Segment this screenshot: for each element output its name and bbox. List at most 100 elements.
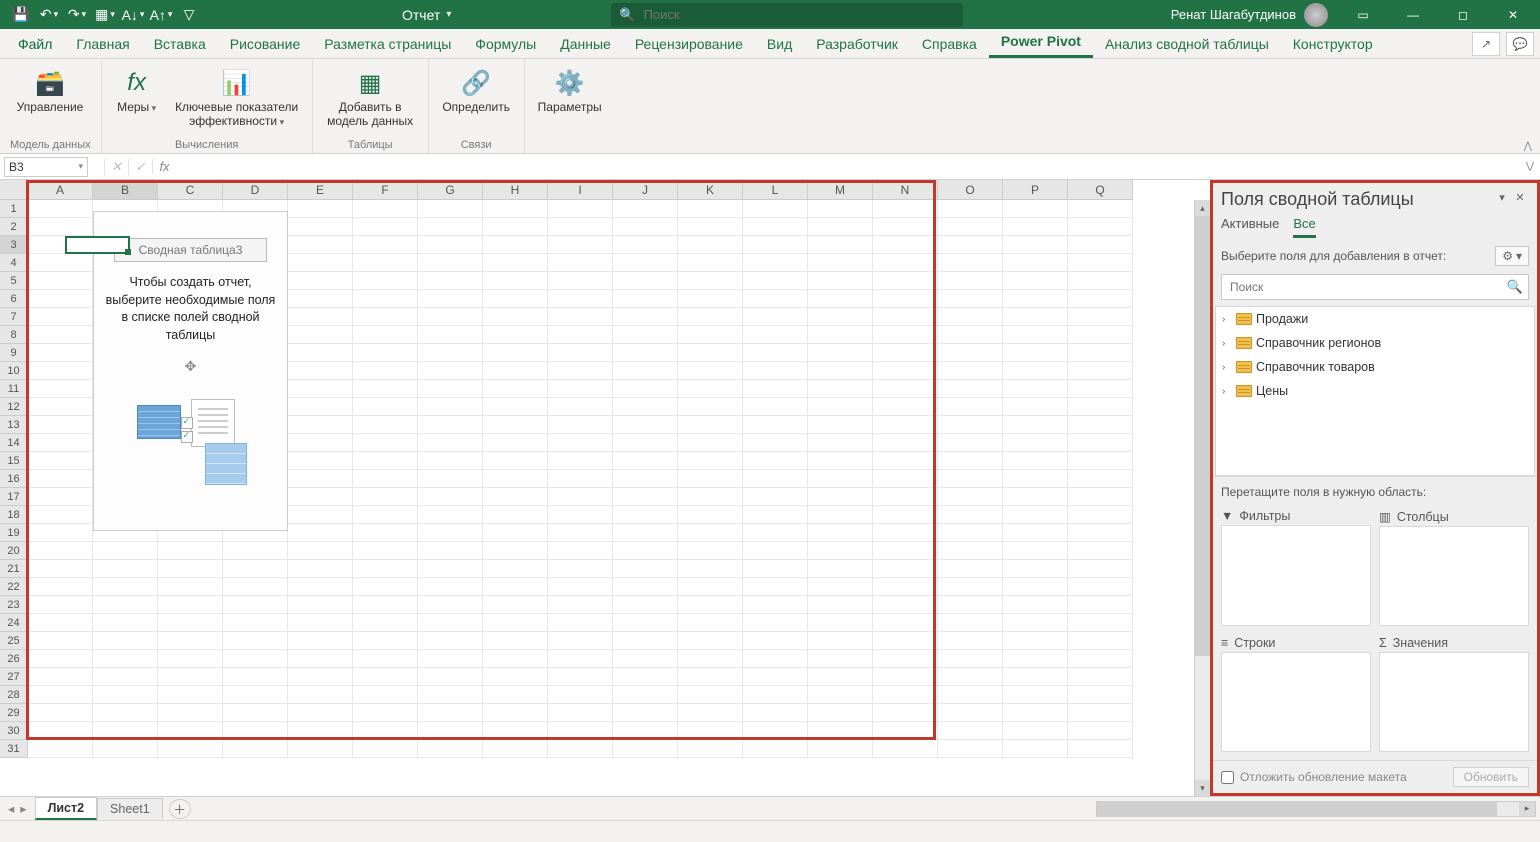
cell[interactable] [743,704,808,722]
cell[interactable] [353,740,418,758]
cell[interactable] [353,452,418,470]
column-header[interactable]: D [223,180,288,200]
cell[interactable] [1003,452,1068,470]
cell[interactable] [158,560,223,578]
cell[interactable] [483,488,548,506]
row-header[interactable]: 19 [0,524,28,542]
column-header[interactable]: M [808,180,873,200]
cell[interactable] [1003,632,1068,650]
cell[interactable] [28,380,93,398]
cell[interactable] [808,272,873,290]
cell[interactable] [873,218,938,236]
cell[interactable] [1003,686,1068,704]
cell[interactable] [548,416,613,434]
cell[interactable] [483,632,548,650]
cell[interactable] [613,506,678,524]
row-header[interactable]: 13 [0,416,28,434]
values-dropzone[interactable] [1379,652,1529,753]
cell[interactable] [613,434,678,452]
cell[interactable] [288,272,353,290]
cell[interactable] [548,308,613,326]
cell[interactable] [418,506,483,524]
cell[interactable] [548,704,613,722]
cell[interactable] [158,650,223,668]
cell[interactable] [28,740,93,758]
cell[interactable] [1003,704,1068,722]
cell[interactable] [288,290,353,308]
tab-developer[interactable]: Разработчик [804,30,910,58]
cell[interactable] [1003,578,1068,596]
cell[interactable] [743,578,808,596]
scroll-up-icon[interactable]: ▴ [1195,200,1210,216]
cell[interactable] [873,308,938,326]
cell[interactable] [1003,668,1068,686]
cell[interactable] [613,452,678,470]
tab-layout[interactable]: Разметка страницы [312,30,463,58]
cell[interactable] [613,488,678,506]
cell[interactable] [678,524,743,542]
cell[interactable] [678,668,743,686]
update-button[interactable]: Обновить [1453,767,1529,787]
cell[interactable] [808,596,873,614]
scroll-down-icon[interactable]: ▾ [1195,780,1210,796]
cell[interactable] [28,488,93,506]
cell[interactable] [808,200,873,218]
cell[interactable] [808,398,873,416]
rows-dropzone[interactable] [1221,652,1371,753]
cell[interactable] [1068,398,1133,416]
cell[interactable] [808,290,873,308]
cell[interactable] [1003,272,1068,290]
cell[interactable] [483,668,548,686]
expand-formula-bar-icon[interactable]: ⋁ [1520,161,1540,172]
cell[interactable] [743,236,808,254]
cell[interactable] [353,686,418,704]
cell[interactable] [548,398,613,416]
cell[interactable] [223,632,288,650]
cell[interactable] [483,524,548,542]
cell[interactable] [353,524,418,542]
cell[interactable] [288,218,353,236]
cell[interactable] [418,470,483,488]
cell[interactable] [1068,614,1133,632]
cell[interactable] [418,578,483,596]
cell[interactable] [678,398,743,416]
cell[interactable] [808,542,873,560]
cell[interactable] [28,308,93,326]
cell[interactable] [808,416,873,434]
cell[interactable] [873,470,938,488]
tab-review[interactable]: Рецензирование [623,30,755,58]
cell[interactable] [873,506,938,524]
cell[interactable] [93,542,158,560]
row-header[interactable]: 6 [0,290,28,308]
cell[interactable] [1068,290,1133,308]
cell[interactable] [743,740,808,758]
redo-icon[interactable]: ↷ [64,3,90,27]
pane-tab-all[interactable]: Все [1293,216,1315,238]
cell[interactable] [418,452,483,470]
cell[interactable] [613,470,678,488]
cell[interactable] [1068,236,1133,254]
cell[interactable] [548,326,613,344]
cell[interactable] [613,632,678,650]
cell[interactable] [418,362,483,380]
cell[interactable] [1003,506,1068,524]
row-header[interactable]: 10 [0,362,28,380]
cell[interactable] [938,308,1003,326]
cell[interactable] [418,722,483,740]
cell[interactable] [28,416,93,434]
cell[interactable] [288,344,353,362]
cell[interactable] [743,416,808,434]
cell[interactable] [28,452,93,470]
cell[interactable] [28,362,93,380]
cell[interactable] [613,236,678,254]
cell[interactable] [743,254,808,272]
scroll-right-icon[interactable]: ▸ [1519,802,1535,816]
cell[interactable] [483,560,548,578]
cell[interactable] [483,740,548,758]
cell[interactable] [873,650,938,668]
measures-button[interactable]: fx Меры [112,63,162,115]
cell[interactable] [93,560,158,578]
cell[interactable] [678,596,743,614]
cell[interactable] [1003,308,1068,326]
cell[interactable] [873,380,938,398]
